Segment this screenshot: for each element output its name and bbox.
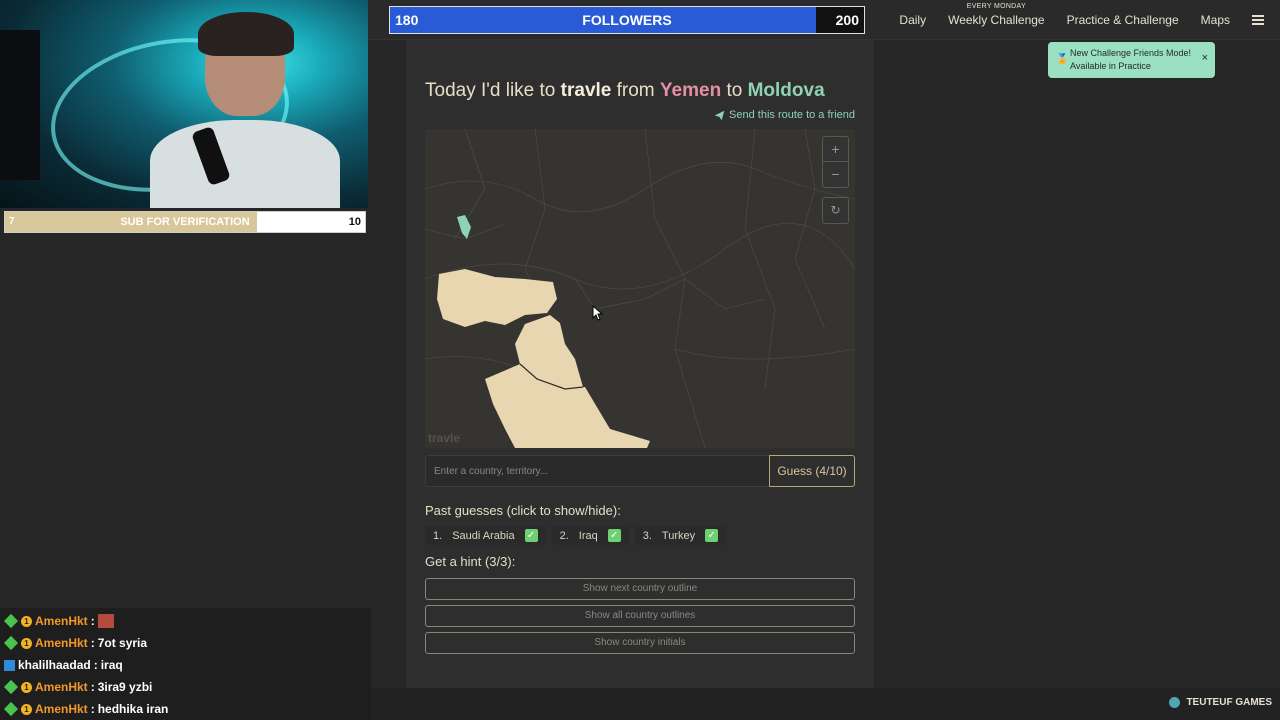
- close-icon[interactable]: ×: [1202, 52, 1208, 65]
- stream-chat: 1 AmenHkt: 1 AmenHkt: 7ot syria khalilha…: [0, 608, 371, 720]
- guess-country: Iraq: [578, 529, 598, 542]
- check-icon: ✓: [524, 529, 538, 542]
- weekly-label: Weekly Challenge: [948, 13, 1045, 27]
- zoom-out-button[interactable]: −: [822, 162, 849, 188]
- hint-initials-button[interactable]: Show country initials: [425, 632, 855, 654]
- toast-line-1: New Challenge Friends Mode!: [1070, 48, 1192, 58]
- followers-goal-bar: 180 FOLLOWERS 200: [389, 6, 865, 34]
- past-guess-item[interactable]: 1. Saudi Arabia ✓: [425, 526, 546, 545]
- publisher-link[interactable]: TEUTEUF GAMES: [1169, 697, 1272, 708]
- chat-username: AmenHkt: [35, 636, 88, 650]
- headline-from-word: from: [611, 80, 660, 101]
- country-input[interactable]: [425, 455, 769, 487]
- badge-icon: [3, 679, 19, 695]
- publisher-name: TEUTEUF GAMES: [1186, 697, 1272, 708]
- chat-separator: :: [90, 636, 95, 650]
- chat-separator: :: [93, 658, 98, 672]
- chat-message: 1 AmenHkt:: [3, 610, 367, 632]
- sub-goal-bar: 7 SUB FOR VERIFICATION 10: [4, 211, 366, 233]
- guess-number: 1.: [433, 529, 443, 542]
- chat-message: 1 AmenHkt: hedhika iran: [3, 698, 367, 720]
- sub-goal: 10: [348, 216, 361, 228]
- nav-maps[interactable]: Maps: [1201, 13, 1230, 27]
- route-headline: Today I'd like to travle from Yemen to M…: [425, 80, 825, 102]
- start-country: Yemen: [659, 80, 722, 101]
- past-guesses-title: Past guesses (click to show/hide):: [425, 503, 621, 518]
- paper-plane-icon: [714, 110, 725, 120]
- nav-links: Daily EVERY MONDAY Weekly Challenge Prac…: [899, 0, 1264, 40]
- chat-username: AmenHkt: [35, 702, 88, 716]
- chat-username: AmenHkt: [35, 614, 88, 628]
- nav-practice-challenge[interactable]: Practice & Challenge: [1067, 13, 1179, 27]
- turkey-shape: [437, 269, 557, 327]
- hint-title: Get a hint (3/3):: [425, 554, 516, 569]
- streamer-hair: [198, 12, 294, 56]
- mouse-cursor-icon: [592, 305, 604, 321]
- share-label: Send this route to a friend: [729, 109, 855, 121]
- guess-number: 3.: [642, 529, 652, 542]
- map-watermark: travle: [428, 431, 461, 445]
- guess-number: 2.: [559, 529, 569, 542]
- badge-icon: 1: [21, 637, 32, 649]
- sub-label: SUB FOR VERIFICATION: [120, 216, 250, 228]
- chat-message: 1 AmenHkt: 3ira9 yzbi: [3, 676, 367, 698]
- target-country: Moldova: [747, 80, 825, 101]
- badge-icon: 1: [21, 681, 32, 693]
- nav-weekly-challenge[interactable]: EVERY MONDAY Weekly Challenge: [948, 3, 1045, 27]
- globe-icon: [1169, 697, 1181, 708]
- chat-username: khalilhaadad: [18, 658, 91, 672]
- weekly-tagline: EVERY MONDAY: [966, 3, 1026, 10]
- share-route-link[interactable]: Send this route to a friend: [714, 109, 855, 121]
- chat-username: AmenHkt: [35, 680, 88, 694]
- followers-goal: 200: [835, 12, 859, 28]
- followers-label: FOLLOWERS: [582, 12, 672, 28]
- chat-text: 3ira9 yzbi: [97, 680, 153, 694]
- badge-icon: [3, 635, 19, 651]
- chat-separator: :: [90, 614, 95, 628]
- guess-row: Guess (4/10): [425, 455, 855, 487]
- medal-icon: 🏅: [1056, 54, 1069, 65]
- badge-icon: 1: [21, 703, 32, 715]
- chat-message: 1 AmenHkt: 7ot syria: [3, 632, 367, 654]
- moldova-shape: [457, 215, 471, 239]
- past-guess-item[interactable]: 3. Turkey ✓: [634, 526, 727, 545]
- toast-line-2: Available in Practice: [1070, 61, 1151, 71]
- guess-country: Turkey: [661, 529, 696, 542]
- chat-text: 7ot syria: [97, 636, 148, 650]
- check-icon: ✓: [705, 529, 719, 542]
- chat-text: hedhika iran: [97, 702, 169, 716]
- badge-icon: [3, 701, 19, 717]
- hint-next-outline-button[interactable]: Show next country outline: [425, 578, 855, 600]
- past-guess-item[interactable]: 2. Iraq ✓: [551, 526, 629, 545]
- emote-icon: [97, 614, 114, 628]
- chat-separator: :: [90, 702, 95, 716]
- nav-daily[interactable]: Daily: [899, 13, 926, 27]
- webcam-monitor: [0, 30, 40, 180]
- map-canvas: [425, 129, 855, 448]
- zoom-in-button[interactable]: +: [822, 136, 849, 162]
- notification-toast: 🏅 New Challenge Friends Mode! Available …: [1048, 42, 1215, 78]
- chat-text: iraq: [100, 658, 123, 672]
- streamer-shirt: [150, 120, 340, 208]
- chat-separator: :: [90, 680, 95, 694]
- chat-message: khalilhaadad: iraq: [4, 654, 367, 676]
- hint-all-outlines-button[interactable]: Show all country outlines: [425, 605, 855, 627]
- reset-view-button[interactable]: ↻: [822, 197, 849, 224]
- badge-icon: [4, 659, 15, 671]
- footer: [371, 688, 1280, 720]
- past-guesses-list: 1. Saudi Arabia ✓ 2. Iraq ✓ 3. Turkey ✓: [425, 526, 727, 545]
- badge-icon: [3, 613, 19, 629]
- badge-icon: 1: [21, 615, 32, 627]
- guess-country: Saudi Arabia: [452, 529, 515, 542]
- check-icon: ✓: [607, 529, 621, 542]
- game-map[interactable]: travle: [425, 129, 855, 448]
- menu-icon[interactable]: [1252, 15, 1264, 25]
- headline-to-word: to: [721, 80, 748, 101]
- brand-name: travle: [560, 80, 612, 101]
- headline-prefix: Today I'd like to: [425, 80, 561, 101]
- webcam-overlay: [0, 0, 368, 208]
- guess-button[interactable]: Guess (4/10): [769, 455, 855, 487]
- streamer: [150, 12, 340, 208]
